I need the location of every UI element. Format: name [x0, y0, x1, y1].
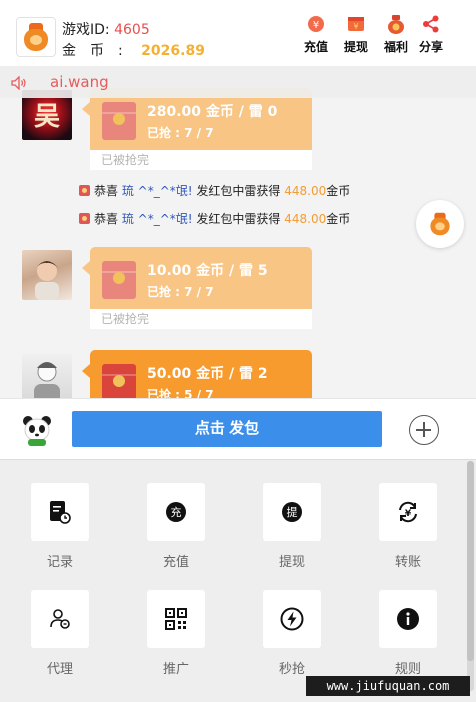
transfer-icon: ¥ — [379, 483, 437, 541]
panda-emoji-icon[interactable] — [20, 414, 54, 446]
avatar[interactable] — [22, 354, 72, 398]
envelope-icon — [102, 364, 136, 398]
notice-bar: ai.wang — [0, 66, 476, 98]
share-icon — [421, 14, 441, 34]
grid-item-rules[interactable]: 规则 — [368, 590, 448, 677]
win-amount: 448.00 — [284, 212, 327, 226]
withdraw-icon: 提 — [263, 483, 321, 541]
packet-status: 已被抢完 — [90, 150, 312, 170]
withdraw-icon: ¥ — [346, 14, 366, 34]
envelope-icon — [102, 102, 136, 140]
packet-amount: 280.00 金币 / 雷 0 — [147, 104, 278, 120]
coin-label: 金币: — [62, 43, 137, 59]
avatar[interactable] — [22, 250, 72, 300]
svg-text:吴: 吴 — [34, 102, 60, 132]
grid-label: 提现 — [278, 555, 305, 570]
welfare-label: 福利 — [383, 40, 408, 54]
svg-text:¥: ¥ — [313, 20, 319, 31]
share-label: 分享 — [418, 40, 443, 54]
packet-amount: 50.00 金币 / 雷 2 — [147, 366, 268, 382]
packet-grabbed: 已抢 : 5 / 7 — [147, 388, 214, 398]
recharge-button[interactable]: ¥ 充值 — [297, 14, 335, 55]
speaker-icon — [11, 75, 27, 94]
envelope-icon — [102, 261, 136, 299]
grid-item-withdraw[interactable]: 提 提现 — [252, 483, 332, 570]
grid-label: 规则 — [394, 662, 421, 677]
grid-item-promote[interactable]: 推广 — [136, 590, 216, 677]
packet-grabbed: 已抢 : 7 / 7 — [147, 285, 214, 299]
game-id-row: 游戏ID: 4605 — [62, 19, 150, 39]
floating-bag-button[interactable] — [416, 200, 464, 248]
record-icon — [31, 483, 89, 541]
recharge-icon: ¥ — [306, 14, 326, 34]
site-watermark: www.jiufuquan.com — [306, 676, 470, 696]
grid-label: 转账 — [394, 555, 421, 570]
top-header: 游戏ID: 4605 金币: 2026.89 ¥ 充值 ¥ 提现 福利 分享 — [0, 0, 476, 66]
game-id-label: 游戏ID: — [62, 22, 110, 38]
winner-name: 琉 ^*_^*氓! — [121, 212, 193, 226]
svg-text:¥: ¥ — [353, 22, 358, 31]
welfare-button[interactable]: 福利 — [377, 14, 415, 55]
info-icon — [379, 590, 437, 648]
money-bag-icon — [23, 23, 49, 51]
money-bag-icon — [430, 212, 451, 236]
svg-text:提: 提 — [287, 506, 298, 519]
withdraw-label: 提现 — [343, 40, 368, 54]
packet-small-icon — [79, 213, 90, 224]
win-amount: 448.00 — [284, 184, 327, 198]
grid-label: 记录 — [46, 555, 73, 570]
recharge-label: 充值 — [303, 40, 328, 54]
winner-name: 琉 ^*_^*氓! — [121, 184, 193, 198]
grid-item-record[interactable]: 记录 — [20, 483, 100, 570]
packet-grabbed: 已抢 : 7 / 7 — [147, 126, 214, 140]
grid-scrollbar[interactable] — [467, 461, 474, 691]
grid-item-recharge[interactable]: 充 充值 — [136, 483, 216, 570]
svg-text:充: 充 — [171, 505, 182, 519]
red-packet[interactable]: 50.00 金币 / 雷 2 已抢 : 5 / 7 — [82, 350, 312, 398]
chat-area[interactable]: 吴 280.00 金币 / 雷 0 已抢 : 7 / 7 已被抢完 恭喜 琉 ^… — [0, 66, 476, 398]
grid-label: 推广 — [162, 662, 189, 677]
svg-text:¥: ¥ — [405, 509, 412, 519]
share-button[interactable]: 分享 — [412, 14, 450, 55]
notice-text: ai.wang — [50, 73, 109, 91]
add-button[interactable] — [409, 415, 439, 445]
grid-item-quick-grab[interactable]: 秒抢 — [252, 590, 332, 677]
function-grid: 记录 充 充值 提 提现 ¥ 转账 代理 推广 秒抢 规则 — [0, 461, 476, 702]
scrollbar-thumb[interactable] — [467, 461, 474, 661]
red-packet[interactable]: 10.00 金币 / 雷 5 已抢 : 7 / 7 — [82, 247, 312, 309]
game-logo — [16, 17, 56, 57]
coin-row: 金币: 2026.89 — [62, 40, 205, 60]
welfare-icon — [386, 14, 406, 34]
send-packet-button[interactable]: 点击 发包 — [72, 411, 382, 447]
packet-amount: 10.00 金币 / 雷 5 — [147, 263, 268, 279]
packet-small-icon — [79, 185, 90, 196]
coin-value: 2026.89 — [141, 43, 205, 59]
game-id-value: 4605 — [114, 22, 150, 38]
lightning-icon — [263, 590, 321, 648]
agent-icon — [31, 590, 89, 648]
grid-label: 秒抢 — [278, 662, 305, 677]
send-bar: 点击 发包 — [0, 398, 476, 460]
qrcode-icon — [147, 590, 205, 648]
recharge-icon: 充 — [147, 483, 205, 541]
system-message: 恭喜 琉 ^*_^*氓! 发红包中雷获得 448.00金币 — [79, 210, 350, 227]
withdraw-button[interactable]: ¥ 提现 — [337, 14, 375, 55]
grid-item-agent[interactable]: 代理 — [20, 590, 100, 677]
grid-item-transfer[interactable]: ¥ 转账 — [368, 483, 448, 570]
grid-label: 代理 — [46, 662, 73, 677]
system-message: 恭喜 琉 ^*_^*氓! 发红包中雷获得 448.00金币 — [79, 182, 350, 199]
grid-label: 充值 — [162, 555, 189, 570]
packet-status: 已被抢完 — [90, 309, 312, 329]
